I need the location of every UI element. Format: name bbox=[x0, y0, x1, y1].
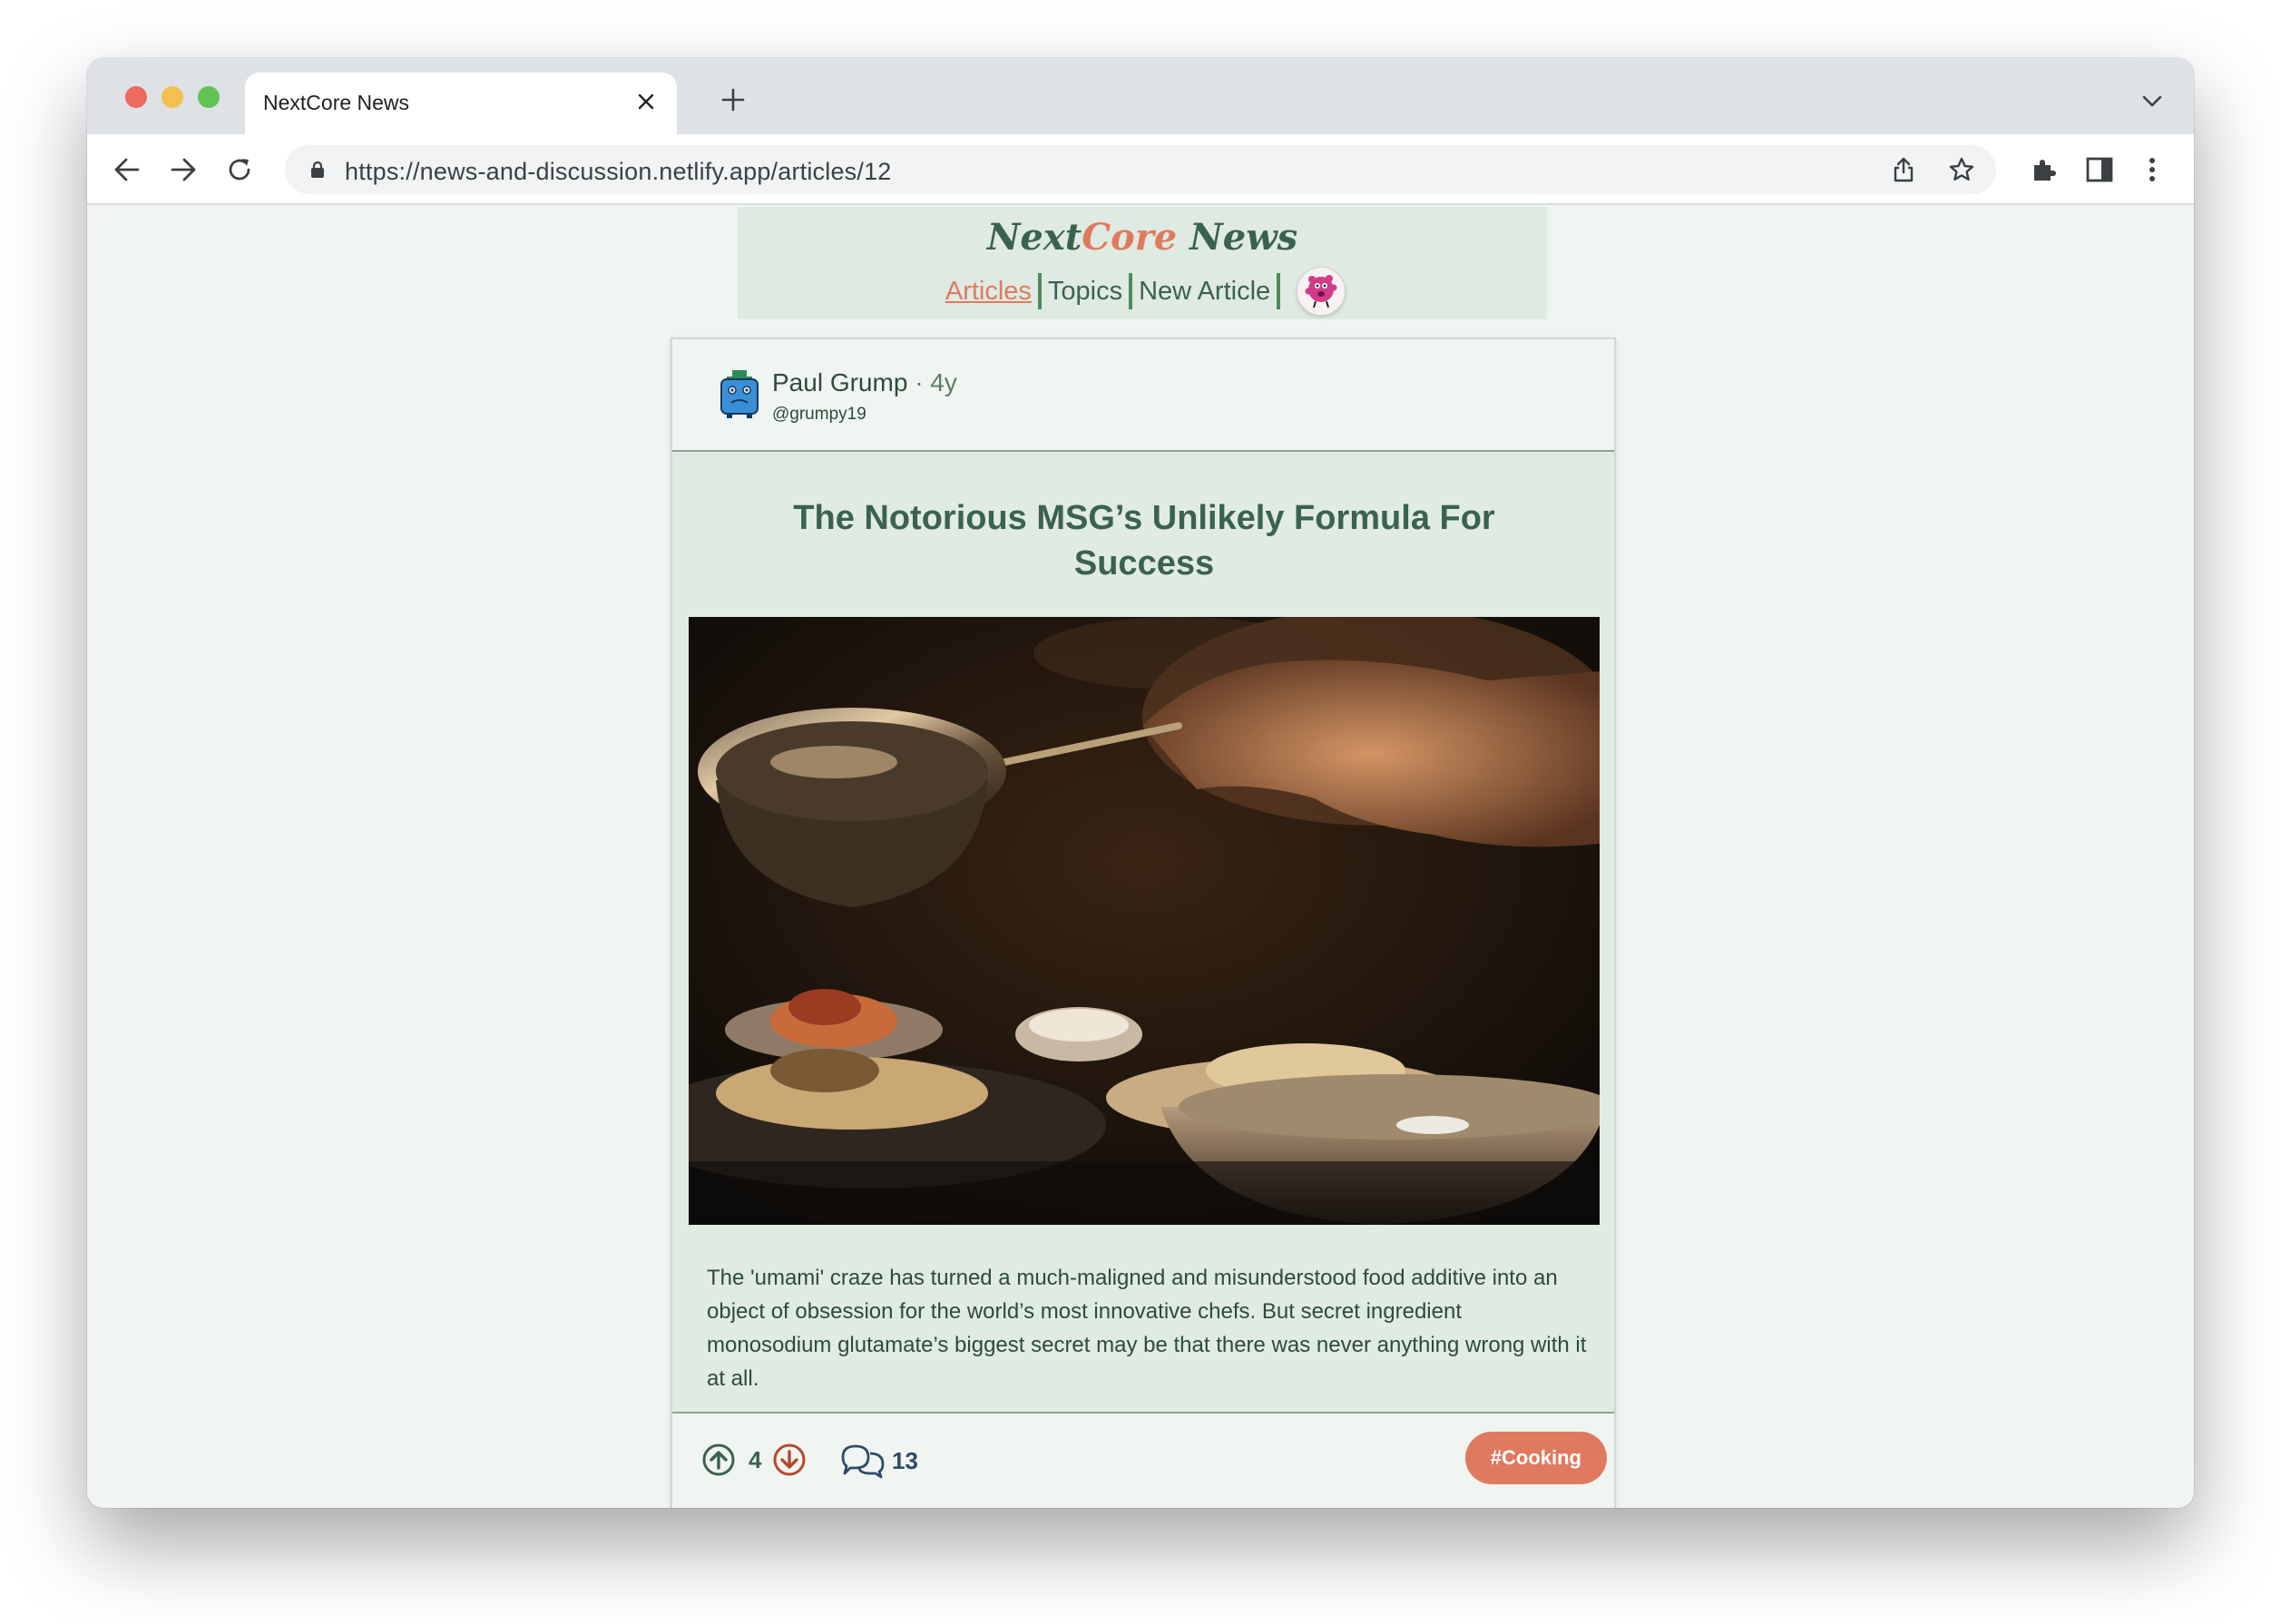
author-avatar[interactable] bbox=[714, 368, 765, 419]
site-logo[interactable]: NextCore News bbox=[738, 216, 1547, 259]
close-window-button[interactable] bbox=[125, 86, 147, 108]
article-footer: 4 13 #Cooking bbox=[672, 1414, 1614, 1508]
article-title[interactable]: The Notorious MSG’s Unlikely Formula For… bbox=[781, 495, 1507, 586]
url-text[interactable]: https://news-and-discussion.netlify.app/… bbox=[345, 158, 892, 186]
nav-topics[interactable]: Topics bbox=[1042, 277, 1129, 307]
user-avatar[interactable] bbox=[1297, 267, 1346, 316]
nav-articles[interactable]: Articles bbox=[939, 277, 1038, 307]
maximize-window-button[interactable] bbox=[198, 86, 220, 108]
topic-tag[interactable]: #Cooking bbox=[1464, 1432, 1607, 1484]
browser-toolbar: https://news-and-discussion.netlify.app/… bbox=[87, 134, 2194, 205]
tab-search-chevron-icon[interactable] bbox=[2134, 83, 2170, 120]
post-age: · 4y bbox=[915, 368, 957, 396]
article-image bbox=[689, 617, 1600, 1225]
comment-count: 13 bbox=[892, 1446, 918, 1474]
browser-window: NextCore News https://news-and-discussio bbox=[87, 58, 2194, 1508]
author-name[interactable]: Paul Grump bbox=[772, 368, 907, 396]
article-body: The Notorious MSG’s Unlikely Formula For… bbox=[672, 452, 1614, 1414]
vote-controls: 4 bbox=[701, 1443, 807, 1477]
comments-link[interactable]: 13 bbox=[839, 1443, 918, 1479]
reload-icon[interactable] bbox=[220, 150, 259, 190]
share-icon[interactable] bbox=[1885, 152, 1922, 188]
article-card: Paul Grump · 4y @grumpy19 The Notorious … bbox=[671, 338, 1616, 1508]
tab-strip: NextCore News bbox=[87, 58, 2194, 134]
page-content: NextCore News Articles Topics New Articl… bbox=[87, 205, 2194, 1508]
address-bar[interactable]: https://news-and-discussion.netlify.app/… bbox=[285, 145, 1996, 194]
user-menu[interactable] bbox=[1297, 267, 1346, 316]
comments-icon[interactable] bbox=[839, 1443, 886, 1479]
side-panel-icon[interactable] bbox=[2080, 150, 2119, 190]
back-icon[interactable] bbox=[107, 150, 147, 190]
menu-icon[interactable] bbox=[2132, 150, 2172, 190]
vote-count: 4 bbox=[749, 1445, 762, 1473]
main-nav: Articles Topics New Article bbox=[738, 267, 1547, 316]
close-tab-icon[interactable] bbox=[630, 85, 662, 118]
nav-new-article[interactable]: New Article bbox=[1132, 277, 1277, 307]
author-line: Paul Grump · 4y bbox=[772, 368, 957, 397]
new-tab-icon[interactable] bbox=[713, 80, 753, 120]
author-handle: @grumpy19 bbox=[772, 405, 866, 424]
article-summary: The 'umami' craze has turned a much-mali… bbox=[707, 1266, 1587, 1391]
downvote-icon[interactable] bbox=[772, 1443, 807, 1477]
minimize-window-button[interactable] bbox=[162, 86, 183, 108]
brand-next: Next bbox=[986, 216, 1082, 259]
lock-icon[interactable] bbox=[299, 152, 336, 188]
tab-title: NextCore News bbox=[263, 91, 410, 114]
brand-news: News bbox=[1177, 216, 1298, 259]
upvote-icon[interactable] bbox=[701, 1443, 736, 1477]
article-header: Paul Grump · 4y @grumpy19 bbox=[672, 339, 1614, 452]
extensions-icon[interactable] bbox=[2023, 150, 2063, 190]
site-header: NextCore News Articles Topics New Articl… bbox=[738, 207, 1547, 319]
forward-icon[interactable] bbox=[163, 150, 203, 190]
browser-tab[interactable]: NextCore News bbox=[245, 73, 677, 134]
nav-divider bbox=[1277, 273, 1281, 309]
star-icon[interactable] bbox=[1943, 152, 1980, 188]
brand-core: Core bbox=[1082, 216, 1178, 259]
